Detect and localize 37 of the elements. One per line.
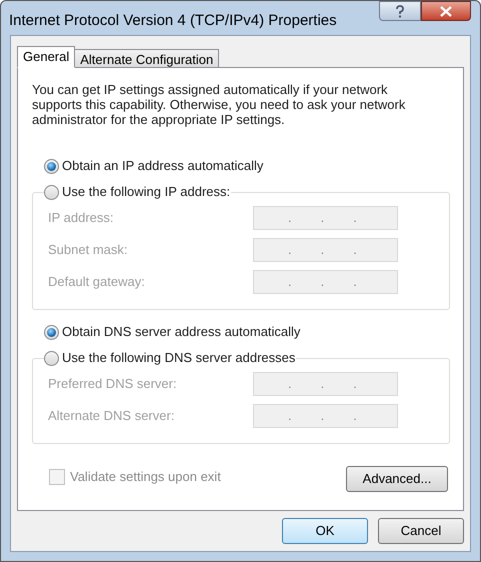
question-mark-icon (395, 4, 405, 18)
octet-separator: . (288, 375, 292, 394)
octet-separator: . (288, 241, 292, 260)
advanced-button[interactable]: Advanced... (346, 466, 448, 492)
close-icon (440, 6, 452, 16)
radio-button[interactable] (44, 350, 59, 366)
octet-separator: . (353, 375, 357, 394)
radio-button[interactable] (44, 158, 59, 174)
octet-separator: . (353, 241, 357, 260)
radio-option[interactable]: Use the following IP address: (44, 183, 232, 201)
octet-separator: . (320, 241, 324, 260)
help-button[interactable] (379, 1, 421, 21)
radio-option[interactable]: Use the following DNS server addresses (44, 349, 296, 367)
field-label: Subnet mask: (48, 241, 128, 260)
radio-button[interactable] (44, 184, 59, 200)
field-label: Preferred DNS server: (48, 375, 178, 394)
octet-separator: . (288, 273, 292, 292)
tab[interactable]: General (17, 46, 76, 68)
octet-separator: . (353, 273, 357, 292)
octet-separator: . (288, 407, 292, 426)
radio-button[interactable] (44, 324, 59, 340)
octet-separator: . (353, 407, 357, 426)
description-text: You can get IP settings assigned automatically if your network supports this capability. Otherwise, you need to ask your network administrator for the appropriate IP settings. (32, 82, 406, 127)
close-button[interactable] (421, 1, 471, 21)
octet-separator: . (320, 375, 324, 394)
dialog-button[interactable]: OK (282, 518, 368, 544)
octet-separator: . (320, 407, 324, 426)
window-title: Internet Protocol Version 4 (TCP/IPv4) Properties (9, 11, 337, 31)
octet-separator: . (320, 209, 324, 228)
field-label: IP address: (48, 209, 115, 228)
field-label: Alternate DNS server: (48, 407, 176, 426)
octet-separator: . (353, 209, 357, 228)
field-label: Default gateway: (48, 273, 146, 292)
octet-separator: . (320, 273, 324, 292)
octet-separator: . (288, 209, 292, 228)
tab[interactable]: Alternate Configuration (74, 49, 220, 68)
dialog-button[interactable]: Cancel (378, 518, 464, 544)
